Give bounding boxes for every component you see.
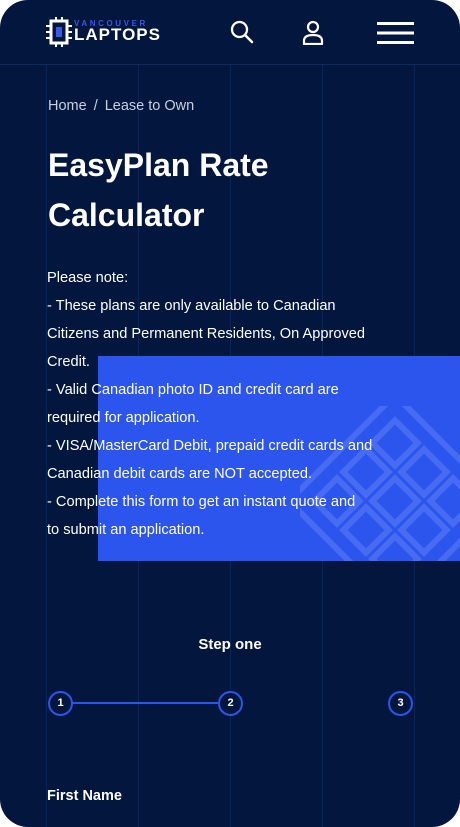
step-label: Step one (198, 636, 262, 653)
eligibility-notes: Please note: - These plans are only avai… (47, 264, 427, 544)
first-name-label: First Name (47, 788, 122, 804)
stepper-progress-line (72, 702, 218, 704)
note-line: - Valid Canadian photo ID and credit car… (47, 382, 339, 398)
note-line: - These plans are only available to Cana… (47, 298, 336, 314)
search-icon[interactable] (229, 19, 255, 45)
site-header: VANCOUVER LAPTOPS (0, 0, 460, 65)
menu-icon[interactable] (377, 21, 414, 45)
note-line: Citizens and Permanent Residents, On App… (47, 326, 365, 342)
note-line: to submit an application. (47, 522, 205, 538)
note-line: - Complete this form to get an instant q… (47, 494, 356, 510)
breadcrumb-home-link[interactable]: Home (48, 98, 87, 114)
breadcrumb: Home / Lease to Own (48, 98, 194, 114)
user-icon[interactable] (300, 19, 326, 45)
note-line: Please note: (47, 270, 129, 286)
brand-logo[interactable]: VANCOUVER LAPTOPS (46, 16, 186, 50)
note-line: required for application. (47, 410, 200, 426)
page-title: EasyPlan Rate Calculator (48, 147, 269, 233)
breadcrumb-current[interactable]: Lease to Own (105, 98, 194, 114)
note-line: - VISA/MasterCard Debit, prepaid credit … (47, 438, 373, 454)
breadcrumb-separator: / (93, 98, 98, 114)
step-2-indicator[interactable]: 2 (218, 691, 243, 716)
note-line: Canadian debit cards are NOT accepted. (47, 466, 313, 482)
chip-icon (46, 17, 72, 47)
step-1-indicator[interactable]: 1 (48, 691, 73, 716)
brand-name: LAPTOPS (74, 25, 161, 44)
note-line: Credit. (47, 354, 90, 370)
step-3-indicator[interactable]: 3 (388, 691, 413, 716)
app-screen: VANCOUVER LAPTOPS Home / Lease to Own Easy… (0, 0, 460, 827)
